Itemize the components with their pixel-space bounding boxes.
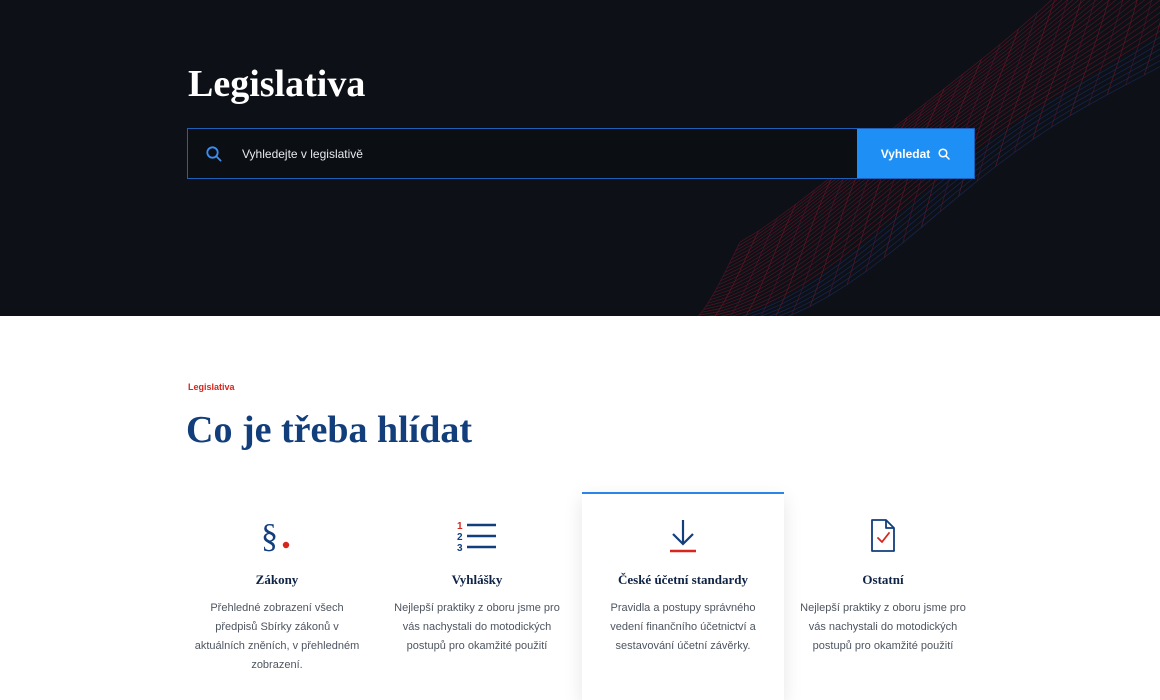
card-title: Ostatní [862, 572, 904, 587]
card-description: Přehledné zobrazení všech předpisů Sbírk… [194, 602, 360, 671]
card-ostatni[interactable]: Ostatní Nejlepší praktiky z oboru jsme p… [782, 492, 984, 700]
svg-text:1: 1 [457, 521, 463, 532]
download-arrow-icon [582, 494, 784, 558]
search-button-label: Vyhledat [880, 146, 931, 161]
paragraph-icon: § [176, 492, 378, 558]
search-icon [188, 129, 240, 178]
card-description: Nejlepší praktiky z oboru jsme pro vás n… [800, 602, 966, 652]
svg-text:2: 2 [457, 532, 463, 543]
card-title: Vyhlášky [451, 572, 503, 587]
numbered-list-icon: 1 2 3 [376, 492, 578, 558]
card-description: Pravidla a postupy správného vedení fina… [610, 602, 756, 652]
card-description: Nejlepší praktiky z oboru jsme pro vás n… [394, 602, 560, 652]
search-button-icon [938, 147, 951, 160]
card-ceske-ucetni-standardy[interactable]: České účetní standardy Pravidla a postup… [582, 492, 784, 700]
card-vyhlasky[interactable]: 1 2 3 Vyhlášky Nejlepší praktiky z oboru… [376, 492, 578, 700]
search-button[interactable]: Vyhledat [857, 129, 974, 178]
document-check-icon [782, 492, 984, 558]
section-eyebrow: Legislativa [188, 382, 235, 392]
svg-text:§: § [261, 518, 278, 554]
card-title: České účetní standardy [617, 572, 748, 587]
search-input[interactable] [240, 129, 857, 178]
card-zakony[interactable]: § Zákony Přehledné zobrazení všech předp… [176, 492, 378, 700]
card-title: Zákony [255, 572, 299, 587]
hero-banner: Legislativa Vyhledat [0, 0, 1160, 316]
svg-text:3: 3 [457, 543, 463, 554]
section-title: Co je třeba hlídat [186, 409, 473, 451]
search-bar: Vyhledat [187, 128, 975, 179]
page-title: Legislativa [188, 63, 366, 105]
